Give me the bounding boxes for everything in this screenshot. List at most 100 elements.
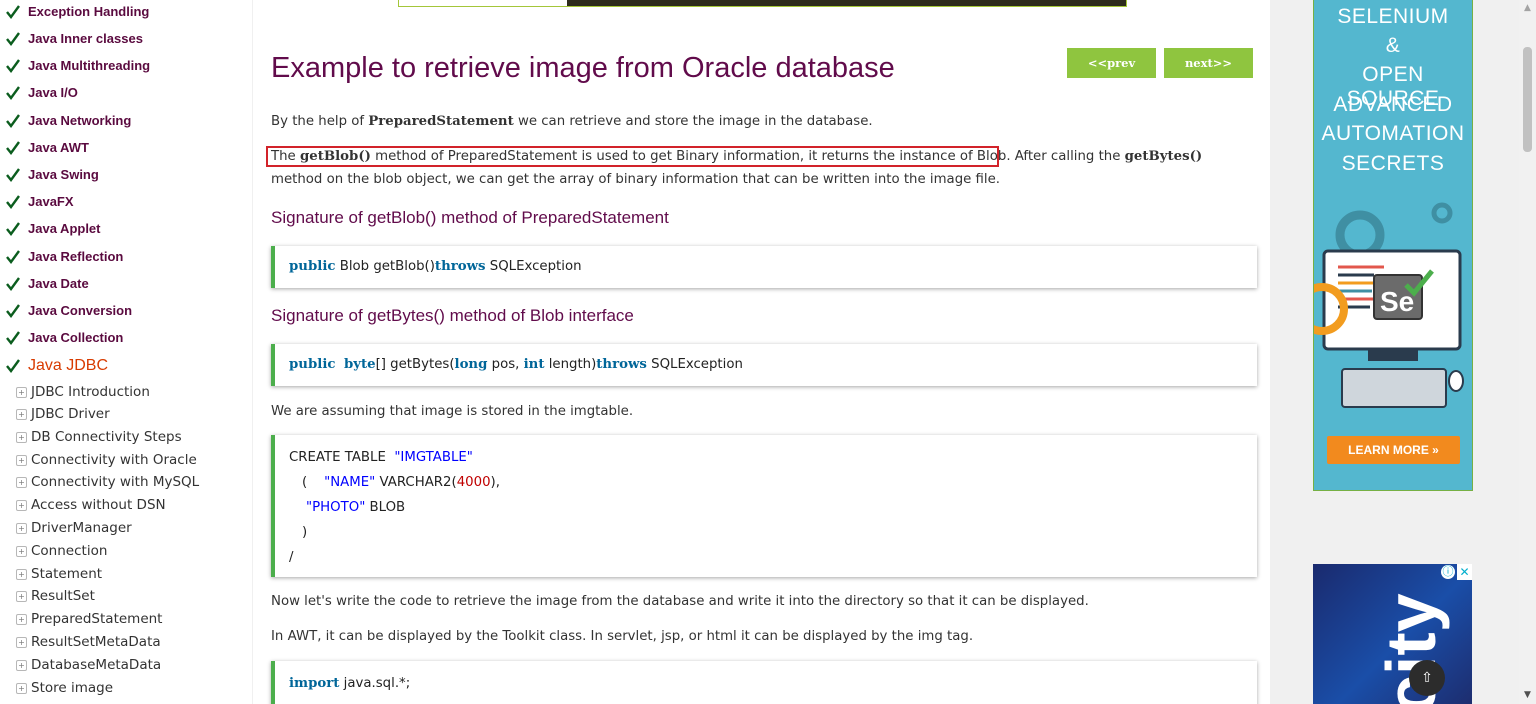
sidebar-topic-label: Exception Handling bbox=[28, 4, 150, 19]
code-line: CREATE TABLE "IMGTABLE" bbox=[289, 450, 473, 465]
sidebar-subitem-label: PreparedStatement bbox=[31, 611, 163, 627]
sidebar-subitem-label: DatabaseMetaData bbox=[31, 657, 162, 673]
getblob-paragraph: The getBlob() method of PreparedStatemen… bbox=[271, 149, 1203, 187]
ad-text: ADVANCED bbox=[1333, 93, 1453, 116]
sidebar-topic[interactable]: Java Multithreading bbox=[0, 52, 150, 79]
sidebar-subitem-label: Connectivity with MySQL bbox=[31, 474, 200, 490]
checkmark-icon bbox=[6, 4, 20, 19]
sidebar-subitem[interactable]: + Access without DSN bbox=[16, 494, 166, 516]
checkmark-icon bbox=[6, 194, 20, 209]
ad-close-icon[interactable]: ✕ bbox=[1457, 564, 1472, 580]
sidebar-topic[interactable]: JavaFX bbox=[0, 188, 74, 215]
sidebar-topic[interactable]: Java I/O bbox=[0, 79, 78, 106]
code-line: import java.sql.*; bbox=[289, 676, 411, 691]
ad-text: AUTOMATION bbox=[1321, 122, 1465, 145]
sidebar-topic[interactable]: Java Date bbox=[0, 270, 89, 297]
sidebar-topic-label: Java JDBC bbox=[28, 356, 109, 374]
sidebar-topic[interactable]: Java Swing bbox=[0, 161, 99, 188]
code-block-sql: CREATE TABLE "IMGTABLE" ( "NAME" VARCHAR… bbox=[271, 435, 1257, 577]
sidebar-topic-label: Java Multithreading bbox=[28, 58, 151, 73]
sidebar-subitem[interactable]: + Statement bbox=[16, 563, 102, 585]
sidebar-subitem-label: DB Connectivity Steps bbox=[31, 429, 182, 445]
sidebar-subitem[interactable]: + JDBC Driver bbox=[16, 403, 110, 425]
assume-paragraph: We are assuming that image is stored in … bbox=[271, 404, 634, 419]
sidebar-subitem-label: ResultSet bbox=[31, 588, 95, 604]
ad-text: & bbox=[1385, 34, 1401, 57]
ad-text: SECRETS bbox=[1341, 152, 1445, 175]
sidebar-topic-label: Java I/O bbox=[28, 85, 78, 100]
sidebar-subitem-label: Connectivity with Oracle bbox=[31, 452, 197, 468]
next-button[interactable]: next>> bbox=[1164, 48, 1253, 78]
section-heading: Signature of getBlob() method of Prepare… bbox=[271, 208, 669, 227]
code-line: ) bbox=[302, 525, 308, 540]
sidebar-subitem-label: Access without DSN bbox=[31, 497, 166, 513]
sidebar-subitem[interactable]: + Store image bbox=[16, 677, 113, 699]
sidebar-subitem[interactable]: + JDBC Introduction bbox=[16, 381, 150, 403]
expand-icon: + bbox=[16, 636, 27, 648]
expand-icon: + bbox=[16, 408, 27, 420]
checkmark-icon bbox=[6, 276, 20, 291]
expand-icon: + bbox=[16, 682, 27, 694]
sidebar-topic-label: Java Collection bbox=[28, 330, 124, 345]
sidebar-topic-active[interactable]: Java JDBC bbox=[0, 352, 108, 379]
sidebar-subitem[interactable]: + ResultSet bbox=[16, 585, 95, 607]
expand-icon: + bbox=[16, 431, 27, 443]
code-block-getbytes: public byte[] getBytes(long pos, int len… bbox=[271, 344, 1257, 386]
code-line: / bbox=[289, 550, 294, 565]
sidebar-topic-label: Java Swing bbox=[28, 167, 99, 182]
code-line: ( "NAME" VARCHAR2(4000), bbox=[302, 475, 500, 490]
expand-icon: + bbox=[16, 522, 27, 534]
sidebar-topic[interactable]: Java AWT bbox=[0, 134, 89, 161]
scrollbar-thumb[interactable] bbox=[1523, 47, 1532, 152]
checkmark-icon bbox=[6, 167, 20, 182]
ad-info-icon[interactable]: ⓘ bbox=[1441, 565, 1455, 579]
code-line: public byte[] getBytes(long pos, int len… bbox=[289, 357, 743, 372]
sidebar-subitem-label: DriverManager bbox=[31, 520, 132, 536]
code-block-getblob: public Blob getBlob()throws SQLException bbox=[271, 246, 1257, 288]
sidebar-topic[interactable]: Java Networking bbox=[0, 107, 131, 134]
city-ad[interactable]: city ⓘ ✕ ⇧ bbox=[1313, 564, 1472, 704]
now-paragraph: Now let's write the code to retrieve the… bbox=[271, 594, 1089, 609]
sidebar-topic[interactable]: Java Collection bbox=[0, 324, 123, 351]
sidebar-topic[interactable]: Java Reflection bbox=[0, 243, 123, 270]
sidebar-topic-label: Java AWT bbox=[28, 140, 89, 155]
prev-button[interactable]: <<prev bbox=[1067, 48, 1156, 78]
sidebar-topic[interactable]: Exception Handling bbox=[0, 0, 149, 25]
expand-icon: + bbox=[16, 386, 27, 398]
checkmark-icon bbox=[6, 113, 20, 128]
sidebar-topic-label: Java Inner classes bbox=[28, 31, 143, 46]
expand-icon: + bbox=[16, 545, 27, 557]
sidebar-topic[interactable]: Java Applet bbox=[0, 215, 101, 242]
scroll-up-arrow-icon[interactable]: ▲ bbox=[1519, 0, 1536, 17]
sidebar-subitem-label: Connection bbox=[31, 543, 108, 559]
sidebar-subitem[interactable]: + Connectivity with Oracle bbox=[16, 449, 197, 471]
sidebar-topic[interactable]: Java Conversion bbox=[0, 297, 132, 324]
expand-icon: + bbox=[16, 590, 27, 602]
sidebar-topic-label: Java Networking bbox=[28, 113, 132, 128]
learn-more-button[interactable]: LEARN MORE » bbox=[1327, 436, 1460, 464]
sidebar-subitem[interactable]: + PreparedStatement bbox=[16, 608, 162, 630]
top-banner-ad[interactable] bbox=[398, 0, 1127, 7]
vertical-scrollbar[interactable]: ▲ ▼ bbox=[1519, 0, 1536, 704]
sidebar-topic-label: Java Applet bbox=[28, 221, 101, 236]
computer-illustration-icon: Se bbox=[1314, 202, 1464, 408]
sidebar-topic[interactable]: Java Inner classes bbox=[0, 25, 143, 52]
sidebar-topic-label: Java Conversion bbox=[28, 303, 133, 318]
sidebar-topic-label: Java Reflection bbox=[28, 249, 124, 264]
sidebar-subitem[interactable]: + DB Connectivity Steps bbox=[16, 426, 182, 448]
sidebar-subitem[interactable]: + Connectivity with MySQL bbox=[16, 471, 199, 493]
sidebar-subitem[interactable]: + DriverManager bbox=[16, 517, 132, 539]
sidebar-subitem[interactable]: + DatabaseMetaData bbox=[16, 654, 161, 676]
sidebar-subitem-label: Store image bbox=[31, 680, 114, 696]
page-title: Example to retrieve image from Oracle da… bbox=[271, 52, 895, 84]
intro-paragraph: By the help of PreparedStatement we can … bbox=[271, 114, 873, 129]
code-line: public Blob getBlob()throws SQLException bbox=[289, 259, 582, 274]
main-content: Example to retrieve image from Oracle da… bbox=[253, 0, 1270, 704]
sidebar-subitem[interactable]: + ResultSetMetaData bbox=[16, 631, 161, 653]
awt-paragraph: In AWT, it can be displayed by the Toolk… bbox=[271, 629, 974, 644]
scroll-down-arrow-icon[interactable]: ▼ bbox=[1519, 687, 1536, 704]
selenium-ad[interactable]: SELENIUM & OPEN SOURCE ADVANCED AUTOMATI… bbox=[1313, 0, 1473, 491]
scroll-to-top-icon[interactable]: ⇧ bbox=[1409, 660, 1445, 696]
sidebar-subitem-label: Statement bbox=[31, 566, 103, 582]
sidebar-subitem[interactable]: + Connection bbox=[16, 540, 107, 562]
